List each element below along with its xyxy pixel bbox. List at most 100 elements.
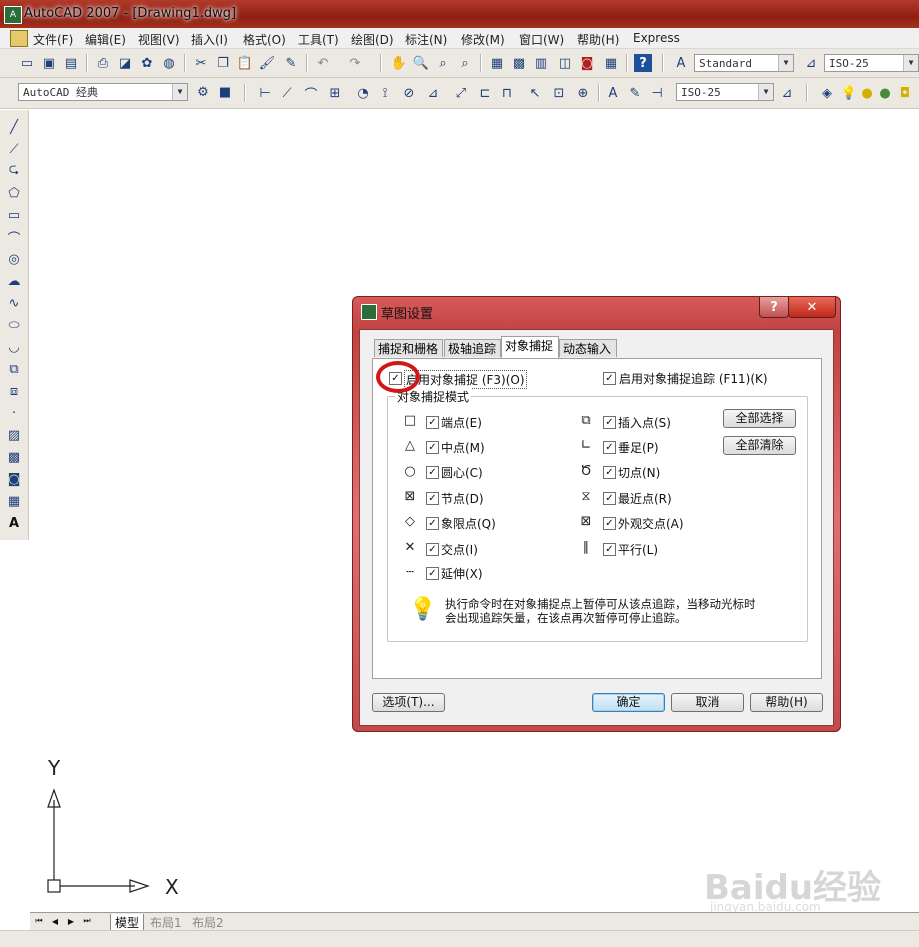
center-checkbox[interactable]: ✓	[426, 466, 439, 479]
multiline-text-icon[interactable]: A	[5, 514, 23, 532]
jogged-dim-icon[interactable]: ⟟	[376, 84, 394, 102]
tab-layout2[interactable]: 布局2	[188, 914, 228, 931]
layer-lock-icon[interactable]: ●	[876, 84, 894, 102]
dim-style-icon[interactable]: ⊿	[802, 54, 820, 72]
first-tab-icon[interactable]: ⏮	[32, 913, 46, 929]
tab-dynamic-input[interactable]: 动态输入	[559, 339, 617, 357]
quadrant-checkbox[interactable]: ✓	[426, 517, 439, 530]
dialog-help-button[interactable]: ?	[759, 297, 789, 318]
dim-update-icon[interactable]: ⊣	[648, 84, 666, 102]
insert-block-icon[interactable]: ⧉	[5, 360, 23, 378]
redo-icon[interactable]: ↷	[346, 54, 364, 72]
ellipse-icon[interactable]: ⬭	[5, 316, 23, 334]
menu-edit[interactable]: 编辑(E)	[85, 31, 126, 48]
text-style-select[interactable]: Standard ▼	[694, 54, 794, 72]
linear-dim-icon[interactable]: ⊢	[256, 84, 274, 102]
preview-icon[interactable]: ◪	[116, 54, 134, 72]
properties-icon[interactable]: ▦	[488, 54, 506, 72]
copy-icon[interactable]: ❐	[214, 54, 232, 72]
menu-format[interactable]: 格式(O)	[243, 31, 286, 48]
tab-layout1[interactable]: 布局1	[146, 914, 186, 931]
select-all-button[interactable]: 全部选择	[723, 409, 796, 428]
rectangle-icon[interactable]: ▭	[5, 206, 23, 224]
tab-polar-tracking[interactable]: 极轴追踪	[444, 339, 501, 357]
continue-dim-icon[interactable]: ⊓	[498, 84, 516, 102]
workspace-select[interactable]: AutoCAD 经典 ▼	[18, 83, 188, 101]
help-icon[interactable]: ?	[634, 54, 652, 72]
pan-icon[interactable]: ✋	[390, 54, 408, 72]
menu-modify[interactable]: 修改(M)	[461, 31, 505, 48]
prev-tab-icon[interactable]: ◀	[48, 913, 62, 929]
menu-view[interactable]: 视图(V)	[138, 31, 180, 48]
apparent-intersection-checkbox[interactable]: ✓	[603, 517, 616, 530]
spline-icon[interactable]: ∿	[5, 294, 23, 312]
publish-icon[interactable]: ✿	[138, 54, 156, 72]
intersection-checkbox[interactable]: ✓	[426, 543, 439, 556]
tolerance-icon[interactable]: ⊡	[550, 84, 568, 102]
options-button[interactable]: 选项(T)...	[372, 693, 445, 712]
layer-manager-icon[interactable]: ◈	[818, 84, 836, 102]
document-icon[interactable]	[10, 30, 28, 47]
polygon-icon[interactable]: ⬠	[5, 184, 23, 202]
menu-file[interactable]: 文件(F)	[33, 31, 73, 48]
print-icon[interactable]: ⎙	[94, 54, 112, 72]
dialog-close-button[interactable]: ✕	[788, 297, 836, 318]
zoom-window-icon[interactable]: ⌕	[434, 54, 452, 72]
leader-icon[interactable]: ↖	[526, 84, 544, 102]
open-icon[interactable]: ▣	[40, 54, 58, 72]
parallel-checkbox[interactable]: ✓	[603, 543, 616, 556]
construction-line-icon[interactable]: ⟋	[5, 140, 23, 158]
block-editor-icon[interactable]: ✎	[282, 54, 300, 72]
enable-tracking-checkbox[interactable]: ✓	[603, 372, 616, 385]
layer-color-icon[interactable]: ◘	[896, 84, 914, 102]
zoom-previous-icon[interactable]: ⌕	[456, 54, 474, 72]
menu-draw[interactable]: 绘图(D)	[351, 31, 394, 48]
menu-insert[interactable]: 插入(I)	[191, 31, 228, 48]
tangent-checkbox[interactable]: ✓	[603, 466, 616, 479]
aligned-dim-icon[interactable]: ⟋	[278, 84, 296, 102]
dim-edit-icon[interactable]: A	[604, 84, 622, 102]
diameter-dim-icon[interactable]: ⊘	[400, 84, 418, 102]
menu-tools[interactable]: 工具(T)	[298, 31, 339, 48]
last-tab-icon[interactable]: ⏭	[80, 913, 94, 929]
layer-freeze-icon[interactable]: ●	[858, 84, 876, 102]
ordinate-dim-icon[interactable]: ⊞	[326, 84, 344, 102]
menu-dimension[interactable]: 标注(N)	[405, 31, 447, 48]
calculator-icon[interactable]: ▦	[602, 54, 620, 72]
dim-text-edit-icon[interactable]: ✎	[626, 84, 644, 102]
enable-osnap-checkbox[interactable]: ✓	[389, 372, 402, 385]
cancel-button[interactable]: 取消	[671, 693, 744, 712]
help-button[interactable]: 帮助(H)	[750, 693, 823, 712]
save-icon[interactable]: ▤	[62, 54, 80, 72]
markup-icon[interactable]: ◙	[578, 54, 596, 72]
dim-style-select[interactable]: ISO-25 ▼	[824, 54, 919, 72]
text-style-icon[interactable]: A	[672, 54, 690, 72]
midpoint-checkbox[interactable]: ✓	[426, 441, 439, 454]
clear-all-button[interactable]: 全部清除	[723, 436, 796, 455]
revision-cloud-icon[interactable]: ☁	[5, 272, 23, 290]
perpendicular-checkbox[interactable]: ✓	[603, 441, 616, 454]
tool-palettes-icon[interactable]: ▥	[532, 54, 550, 72]
quick-dim-icon[interactable]: ⤢	[452, 84, 470, 102]
angular-dim-icon[interactable]: ⊿	[424, 84, 442, 102]
center-mark-icon[interactable]: ⊕	[574, 84, 592, 102]
dim-style-manager-icon[interactable]: ⊿	[778, 84, 796, 102]
paste-icon[interactable]: 📋	[236, 54, 254, 72]
workspace-save-icon[interactable]: ■	[216, 83, 234, 101]
menu-window[interactable]: 窗口(W)	[519, 31, 564, 48]
layer-on-icon[interactable]: 💡	[840, 84, 858, 102]
extension-checkbox[interactable]: ✓	[426, 567, 439, 580]
match-properties-icon[interactable]: 🖌	[258, 54, 276, 72]
ellipse-arc-icon[interactable]: ◡	[5, 338, 23, 356]
line-icon[interactable]: ╱	[5, 118, 23, 136]
region-icon[interactable]: ◙	[5, 470, 23, 488]
tab-object-snap[interactable]: 对象捕捉	[501, 336, 559, 358]
design-center-icon[interactable]: ▩	[510, 54, 528, 72]
cut-icon[interactable]: ✂	[192, 54, 210, 72]
radius-dim-icon[interactable]: ◔	[354, 84, 372, 102]
baseline-dim-icon[interactable]: ⊏	[476, 84, 494, 102]
polyline-icon[interactable]: ⮎	[5, 162, 23, 180]
endpoint-checkbox[interactable]: ✓	[426, 416, 439, 429]
ok-button[interactable]: 确定	[592, 693, 665, 712]
tab-snap-grid[interactable]: 捕捉和栅格	[374, 339, 443, 357]
